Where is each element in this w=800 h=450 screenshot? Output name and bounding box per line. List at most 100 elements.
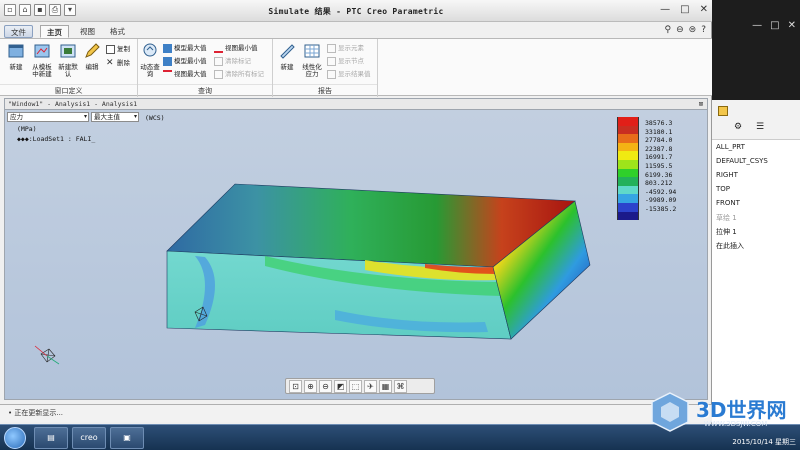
view-window-header: "Window1" - Analysis1 - Analysis1 ⊠ [4,98,708,110]
view-max-button[interactable]: 视图最大值 [163,68,207,80]
view-min-button[interactable]: 视图最小值 [214,42,258,54]
settings-icon[interactable]: ⊜ [689,25,697,35]
tree-columns-icon[interactable]: ☰ [756,122,764,132]
linearize-stress-icon [304,44,320,58]
clear-tags-button[interactable]: 清除标记 [214,55,251,67]
repaint-icon[interactable]: ◩ [334,380,347,393]
tree-item-top[interactable]: TOP [716,185,730,193]
new-window-icon [8,44,24,58]
watermark-text: 3D世界网 [696,398,787,422]
new-report-button[interactable]: 新建 [275,42,299,71]
group-label-window: 窗口定义 [0,84,137,96]
tab-view[interactable]: 视图 [74,25,101,38]
zoom-window-icon[interactable]: ⬚ [349,380,362,393]
tab-home[interactable]: 主页 [40,25,69,38]
window-title: Simulate 结果 - PTC Creo Parametric [268,7,444,16]
ribbon-group-query: 动态查询 模型最大值 模型最小值 视图最大值 视图最小值 清除标记 清除所有标记… [138,39,273,97]
show-result-button[interactable]: 显示结果值 [327,68,371,80]
new-default-icon [60,44,76,58]
tree-item-extrude[interactable]: 拉伸 1 [716,227,737,237]
background-window-top: — □ ✕ [712,0,800,100]
edit-button[interactable]: 编辑 [80,42,104,71]
view-min-icon [214,44,223,53]
start-button[interactable] [4,427,26,449]
title-bar: ▫ ⌂ ▪ ⎙ ▾ Simulate 结果 - PTC Creo Paramet… [0,0,712,22]
zoom-fit-icon[interactable]: ⊡ [289,380,302,393]
clear-tags-icon [214,56,223,66]
zoom-out-icon[interactable]: ⊖ [319,380,332,393]
simulate-icon[interactable]: ▣ [110,427,144,449]
creo-window: ▫ ⌂ ▪ ⎙ ▾ Simulate 结果 - PTC Creo Paramet… [0,0,712,424]
new-default-button[interactable]: 新建默认 [56,42,80,78]
display-style-icon[interactable]: ⌘ [394,380,407,393]
maximize-icon[interactable]: □ [770,20,779,31]
copy-button[interactable]: 复制 [106,43,130,55]
delete-button[interactable]: ✕ 删除 [106,57,130,69]
help-icon[interactable]: ? [701,25,706,35]
tree-filter-icon[interactable] [718,106,728,116]
orient-icon[interactable]: ✈ [364,380,377,393]
copy-icon [106,44,115,54]
ribbon-tabs: 文件 主页 视图 格式 ⚲ ⊖ ⊜ ? [0,24,712,38]
template-button[interactable]: 从模板中新建 [30,42,54,78]
view-window-title: "Window1" - Analysis1 - Analysis1 [8,100,138,108]
tree-item-front[interactable]: FRONT [716,199,740,207]
dynamic-query-button[interactable]: 动态查询 [138,42,162,78]
help-icons: ⚲ ⊖ ⊜ ? [665,25,706,35]
zoom-in-icon[interactable]: ⊕ [304,380,317,393]
model-min-button[interactable]: 模型最小值 [163,55,207,67]
minimize-button[interactable]: — [660,4,670,15]
search-icon[interactable]: ⚲ [665,25,672,35]
tree-item-right[interactable]: RIGHT [716,171,738,179]
result-viewport[interactable]: 应力 ▾ 最大主值 ▾ (WCS) (MPa) ◆◆◆:LoadSet1 : FAL… [4,110,708,400]
model-max-icon [163,43,172,53]
explorer-icon[interactable]: ▤ [34,427,68,449]
delete-icon: ✕ [106,57,114,68]
tab-format[interactable]: 格式 [104,25,131,38]
ribbon: 新建 从模板中新建 新建默认 编辑 复制 ✕ 删除 窗口定义 动态查询 模型最大… [0,38,712,97]
model-max-button[interactable]: 模型最大值 [163,42,207,54]
ribbon-group-window: 新建 从模板中新建 新建默认 编辑 复制 ✕ 删除 窗口定义 [0,39,138,97]
ribbon-group-report: 新建 线性化应力 显示元素 显示节点 显示结果值 报告 [273,39,378,97]
new-window-button[interactable]: 新建 [4,42,28,71]
view-max-icon [163,69,172,79]
group-label-query: 查询 [138,84,272,96]
tree-item-sketch[interactable]: 草绘 1 [716,213,737,223]
maximize-button[interactable]: □ [680,4,689,15]
linearize-stress-button[interactable]: 线性化应力 [300,42,324,78]
model-tree-panel: — □ ✕ ⚙ ☰ ALL_PRT DEFAULT_CSYS RIGHT TOP… [712,0,800,424]
group-label-report: 报告 [273,84,377,96]
show-node-icon [327,56,336,66]
show-result-icon [327,69,336,79]
dynamic-query-icon [143,43,157,57]
background-window-controls: — □ ✕ [752,20,796,31]
tree-item-part[interactable]: ALL_PRT [716,143,745,151]
clear-all-tags-button[interactable]: 清除所有标记 [214,68,264,80]
axis-triad-icon [34,345,60,365]
status-text: • 正在更新显示... [8,409,64,417]
tree-item-insert-here[interactable]: 在此插入 [716,241,744,251]
tab-file[interactable]: 文件 [4,25,33,38]
show-element-button[interactable]: 显示元素 [327,42,364,54]
new-report-icon [280,44,295,59]
model-min-icon [163,56,172,66]
collapse-icon[interactable]: ⊖ [676,25,684,35]
edit-icon [85,43,100,58]
site-watermark: 3D世界网 WWW.3DSJW.COM [648,390,798,440]
close-icon[interactable]: ✕ [788,20,796,31]
close-button[interactable]: ✕ [700,4,708,15]
window-controls: — □ ✕ [660,4,708,15]
model-tree-toolbar: ⚙ ☰ [712,100,800,140]
stress-fringe-model [34,183,591,365]
tree-settings-icon[interactable]: ⚙ [734,122,742,132]
view-window-close-icon[interactable]: ⊠ [699,99,703,109]
creo-icon[interactable]: creo [72,427,106,449]
show-node-button[interactable]: 显示节点 [327,55,364,67]
show-element-icon [327,43,336,53]
template-icon [34,44,50,58]
view-toolbar: ⊡ ⊕ ⊖ ◩ ⬚ ✈ ▦ ⌘ [285,378,435,394]
cube-logo-icon [651,392,689,432]
tree-item-csys[interactable]: DEFAULT_CSYS [716,157,768,165]
saved-views-icon[interactable]: ▦ [379,380,392,393]
minimize-icon[interactable]: — [752,20,762,31]
